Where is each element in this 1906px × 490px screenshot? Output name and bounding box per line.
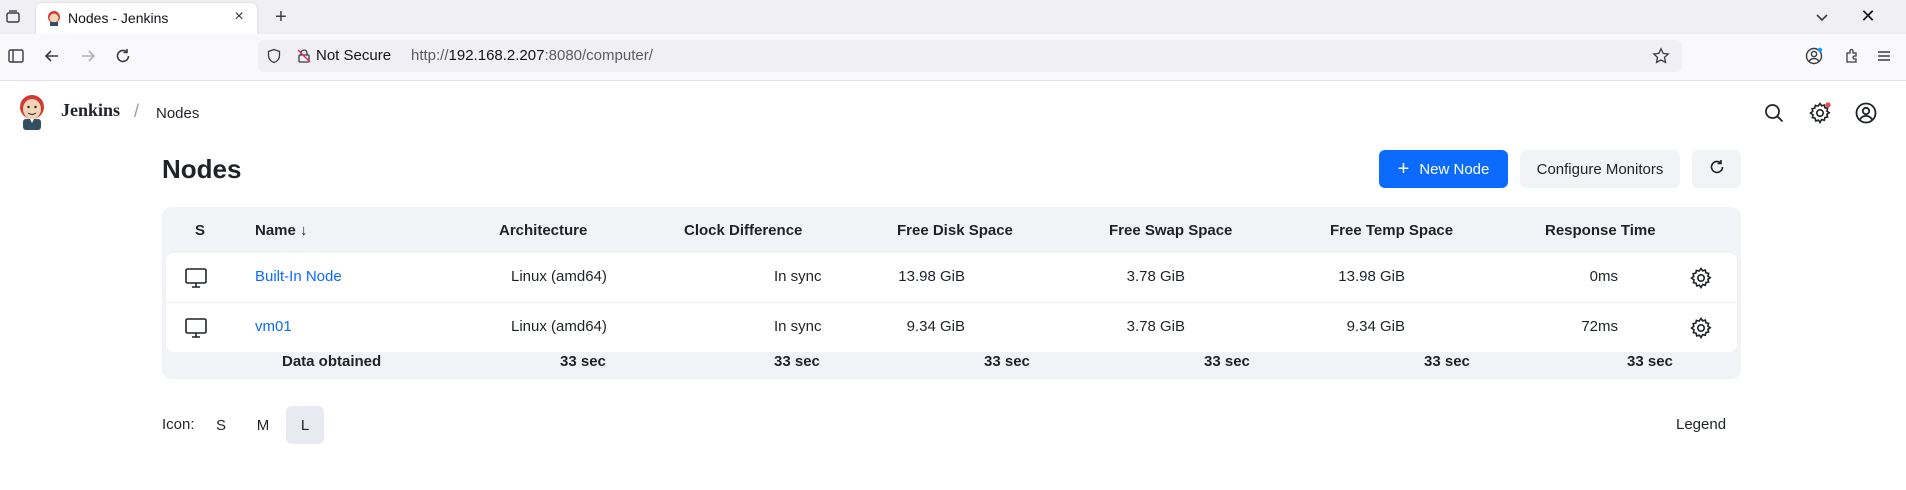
computer-icon (184, 316, 208, 340)
sort-arrow-icon: ↓ (300, 222, 308, 239)
bookmark-star-icon[interactable] (1652, 47, 1670, 65)
url-host: 192.168.2.207 (448, 47, 545, 64)
menu-icon[interactable] (1874, 46, 1894, 66)
clock-difference-cell: In sync (774, 268, 822, 285)
icon-size-label: Icon: (162, 416, 195, 433)
insecure-lock-icon[interactable] (296, 48, 312, 64)
url-text[interactable]: http://192.168.2.207:8080/computer/ (411, 47, 653, 64)
manage-jenkins-gear-icon[interactable] (1808, 101, 1832, 125)
icon-size-large-button[interactable]: L (286, 406, 324, 444)
node-name-link[interactable]: Built-In Node (255, 268, 342, 285)
icon-size-medium-button[interactable]: M (244, 406, 282, 444)
column-header-status[interactable]: S (195, 222, 205, 239)
table-row: vm01 Linux (amd64) In sync 9.34 GiB 3.78… (166, 303, 1737, 352)
browser-tab[interactable]: Nodes - Jenkins × (36, 3, 257, 34)
refresh-icon (1708, 158, 1726, 181)
new-tab-icon[interactable]: + (271, 7, 291, 27)
search-icon[interactable] (1762, 101, 1786, 125)
jenkins-header: Jenkins / Nodes (0, 81, 1906, 145)
column-header-free-disk-space[interactable]: Free Disk Space (897, 222, 1013, 239)
back-icon[interactable] (42, 46, 62, 66)
response-time-cell: 0ms (1589, 268, 1618, 285)
free-temp-space-cell: 13.98 GiB (1338, 268, 1405, 285)
data-obtained-architecture: 33 sec (560, 353, 606, 370)
sidebar-toggle-icon[interactable] (6, 46, 26, 66)
new-node-button[interactable]: + New Node (1379, 150, 1508, 188)
node-name-link[interactable]: vm01 (255, 318, 292, 335)
url-rest: :8080/computer/ (544, 47, 653, 64)
free-swap-space-cell: 3.78 GiB (1126, 268, 1185, 285)
shield-icon[interactable] (266, 48, 282, 64)
column-header-response-time[interactable]: Response Time (1545, 222, 1656, 239)
reload-icon[interactable] (113, 46, 133, 66)
refresh-button[interactable] (1692, 150, 1741, 188)
chevron-down-icon[interactable] (1812, 7, 1832, 27)
data-obtained-clock: 33 sec (774, 353, 820, 370)
user-icon[interactable] (1854, 101, 1878, 125)
close-tab-icon[interactable]: × (231, 9, 247, 25)
breadcrumb-nodes[interactable]: Nodes (156, 105, 199, 122)
browser-nav-bar: Not Secure http://192.168.2.207:8080/com… (0, 34, 1906, 81)
account-icon[interactable] (1804, 46, 1824, 66)
icon-size-small-button[interactable]: S (202, 406, 240, 444)
computer-icon (184, 266, 208, 290)
window-close-icon[interactable]: ✕ (1858, 6, 1878, 26)
data-obtained-swap: 33 sec (1204, 353, 1250, 370)
column-header-clock-difference[interactable]: Clock Difference (684, 222, 802, 239)
nodes-table: S Name ↓ Architecture Clock Difference F… (162, 207, 1741, 379)
page-title: Nodes (162, 154, 242, 184)
architecture-cell: Linux (amd64) (511, 318, 607, 335)
response-time-cell: 72ms (1581, 318, 1618, 335)
clock-difference-cell: In sync (774, 318, 822, 335)
security-label: Not Secure (316, 47, 392, 64)
data-obtained-temp: 33 sec (1424, 353, 1470, 370)
free-disk-space-cell: 9.34 GiB (906, 318, 965, 335)
url-prefix: http:// (411, 47, 449, 64)
legend-link[interactable]: Legend (1676, 416, 1726, 433)
gear-icon[interactable] (1689, 266, 1713, 290)
column-header-free-temp-space[interactable]: Free Temp Space (1330, 222, 1453, 239)
column-header-architecture[interactable]: Architecture (499, 222, 587, 239)
free-disk-space-cell: 13.98 GiB (898, 268, 965, 285)
breadcrumb-separator: / (134, 101, 140, 121)
jenkins-favicon-icon (46, 10, 62, 26)
column-header-name-label: Name (255, 222, 296, 239)
plus-icon: + (1397, 158, 1410, 180)
data-obtained-label: Data obtained (282, 353, 382, 370)
table-row: Built-In Node Linux (amd64) In sync 13.9… (166, 253, 1737, 303)
jenkins-logo-icon[interactable] (18, 94, 46, 130)
free-swap-space-cell: 3.78 GiB (1126, 318, 1185, 335)
architecture-cell: Linux (amd64) (511, 268, 607, 285)
configure-monitors-button[interactable]: Configure Monitors (1520, 150, 1680, 188)
free-temp-space-cell: 9.34 GiB (1346, 318, 1405, 335)
forward-icon[interactable] (78, 46, 98, 66)
tab-title: Nodes - Jenkins (68, 10, 169, 26)
gear-icon[interactable] (1689, 316, 1713, 340)
column-header-name[interactable]: Name ↓ (255, 222, 308, 239)
data-obtained-disk: 33 sec (984, 353, 1030, 370)
tab-list-icon[interactable] (4, 8, 22, 26)
url-bar[interactable]: Not Secure http://192.168.2.207:8080/com… (258, 40, 1682, 72)
data-obtained-response: 33 sec (1627, 353, 1673, 370)
jenkins-brand[interactable]: Jenkins (61, 100, 120, 121)
column-header-free-swap-space[interactable]: Free Swap Space (1109, 222, 1232, 239)
new-node-label: New Node (1419, 160, 1490, 178)
browser-tab-bar: Nodes - Jenkins × + ✕ (0, 0, 1906, 34)
extensions-icon[interactable] (1842, 46, 1862, 66)
